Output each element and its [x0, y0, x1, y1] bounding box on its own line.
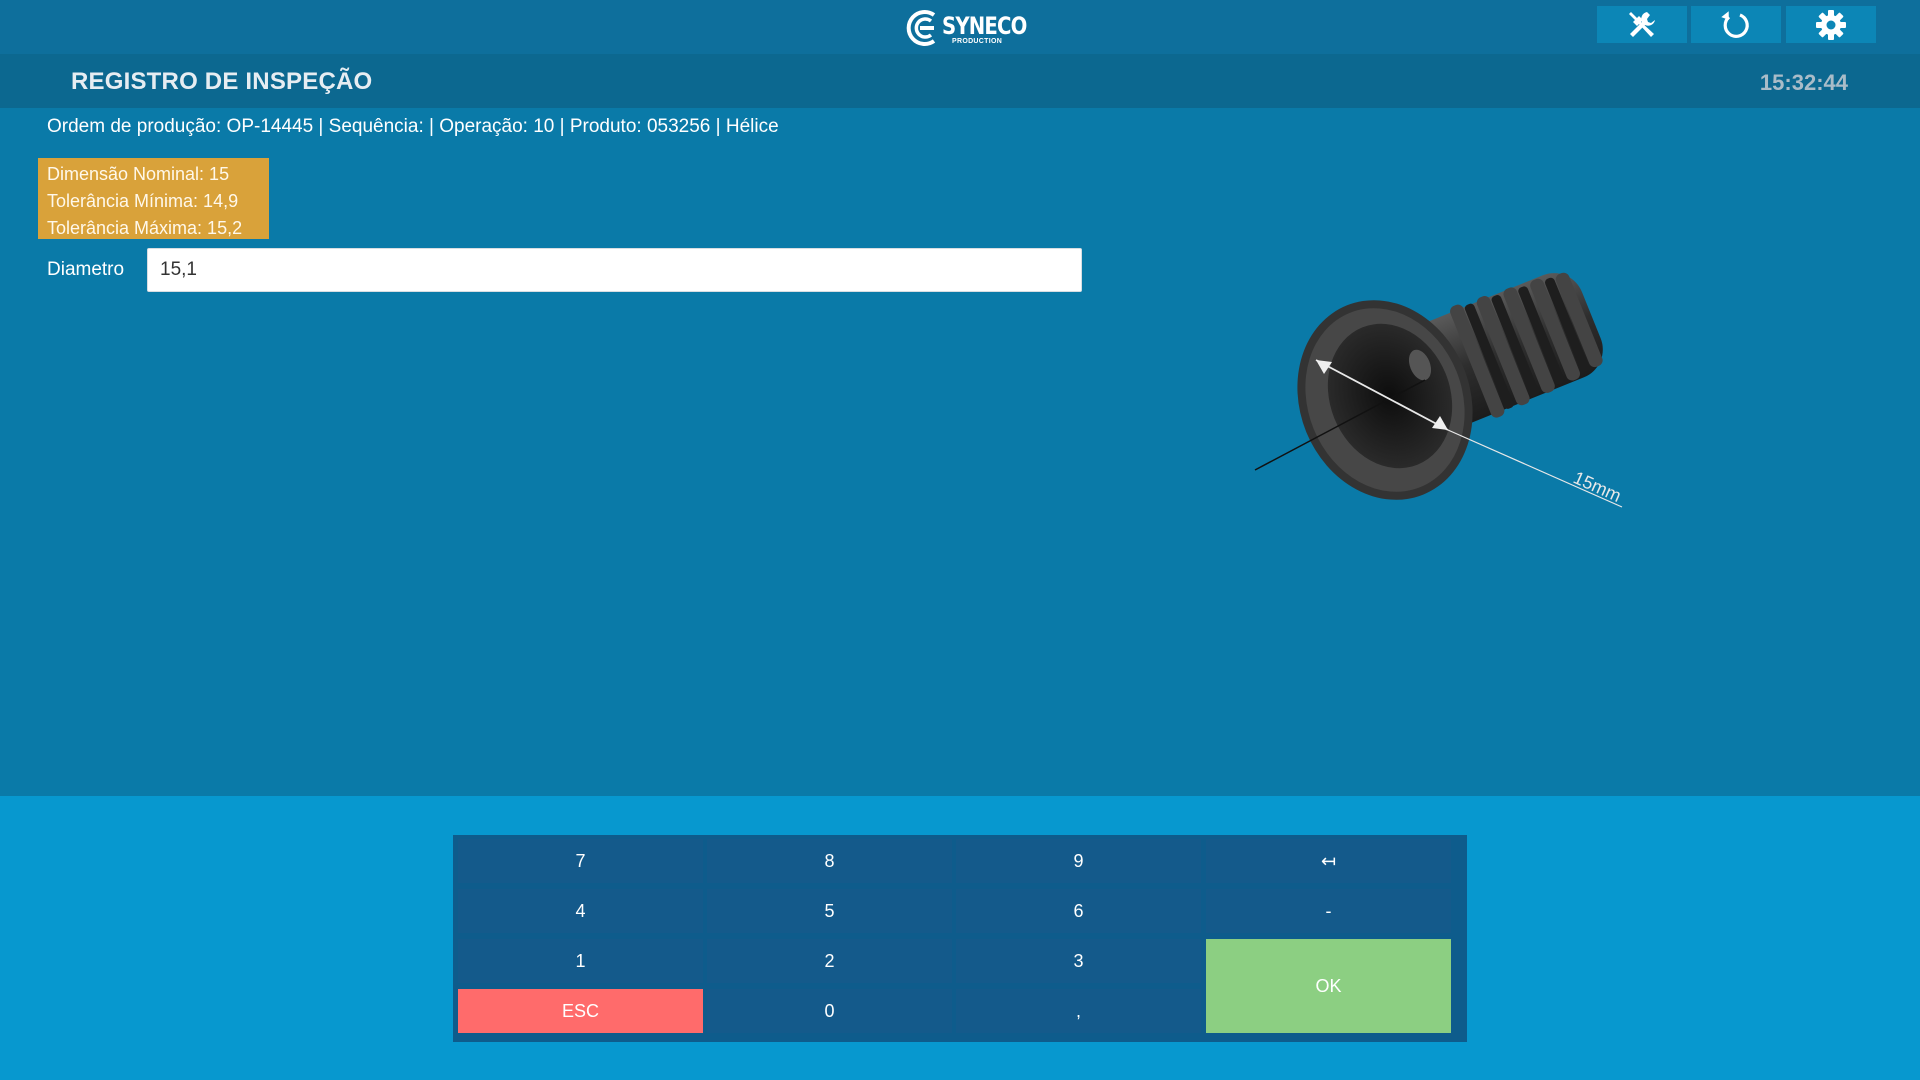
ok-key[interactable]: OK — [1206, 939, 1451, 1033]
diameter-label: Diametro — [47, 259, 125, 280]
tools-icon — [1629, 11, 1655, 37]
refresh-icon — [1721, 10, 1749, 38]
min-tolerance: Tolerância Mínima: 14,9 — [47, 191, 239, 211]
clock: 15:32:44 — [1759, 70, 1848, 95]
key-1[interactable]: 1 — [458, 939, 703, 983]
order-info: Ordem de produção: OP-14445 | Sequência:… — [47, 116, 779, 137]
key-7[interactable]: 7 — [458, 839, 703, 883]
key-2[interactable]: 2 — [707, 939, 952, 983]
numeric-keypad: 7 8 9 ↤ 4 5 6 - 1 2 3 OK ESC 0 , — [453, 835, 1467, 1042]
key-5[interactable]: 5 — [707, 889, 952, 933]
logo-text: SYNECO — [942, 12, 1027, 40]
tools-button[interactable] — [1597, 6, 1687, 43]
page-title: REGISTRO DE INSPEÇÃO — [71, 68, 373, 95]
minus-key[interactable]: - — [1206, 889, 1451, 933]
part-image: 15mm — [1240, 250, 1640, 520]
refresh-button[interactable] — [1691, 6, 1781, 43]
tolerance-box: Dimensão Nominal: 15 Tolerância Mínima: … — [38, 158, 269, 239]
key-9[interactable]: 9 — [956, 839, 1201, 883]
dimension-label: 15mm — [1570, 467, 1624, 506]
diameter-input[interactable] — [147, 248, 1082, 292]
logo-subtext: PRODUCTION — [952, 38, 1003, 45]
part-illustration: 15mm — [1254, 272, 1624, 508]
top-bar: SYNECO PRODUCTION — [0, 0, 1920, 54]
backspace-key[interactable]: ↤ — [1206, 839, 1451, 883]
key-8[interactable]: 8 — [707, 839, 952, 883]
syneco-logo: SYNECO PRODUCTION — [904, 6, 1027, 50]
comma-key[interactable]: , — [956, 989, 1201, 1033]
key-3[interactable]: 3 — [956, 939, 1201, 983]
logo-mark-icon — [906, 10, 936, 46]
title-bar: REGISTRO DE INSPEÇÃO 15:32:44 — [0, 54, 1920, 108]
key-4[interactable]: 4 — [458, 889, 703, 933]
max-tolerance: Tolerância Máxima: 15,2 — [47, 218, 243, 238]
key-6[interactable]: 6 — [956, 889, 1201, 933]
gear-icon — [1816, 9, 1846, 40]
settings-button[interactable] — [1786, 6, 1876, 43]
key-0[interactable]: 0 — [707, 989, 952, 1033]
esc-key[interactable]: ESC — [458, 989, 703, 1033]
nominal-dimension: Dimensão Nominal: 15 — [47, 164, 230, 184]
